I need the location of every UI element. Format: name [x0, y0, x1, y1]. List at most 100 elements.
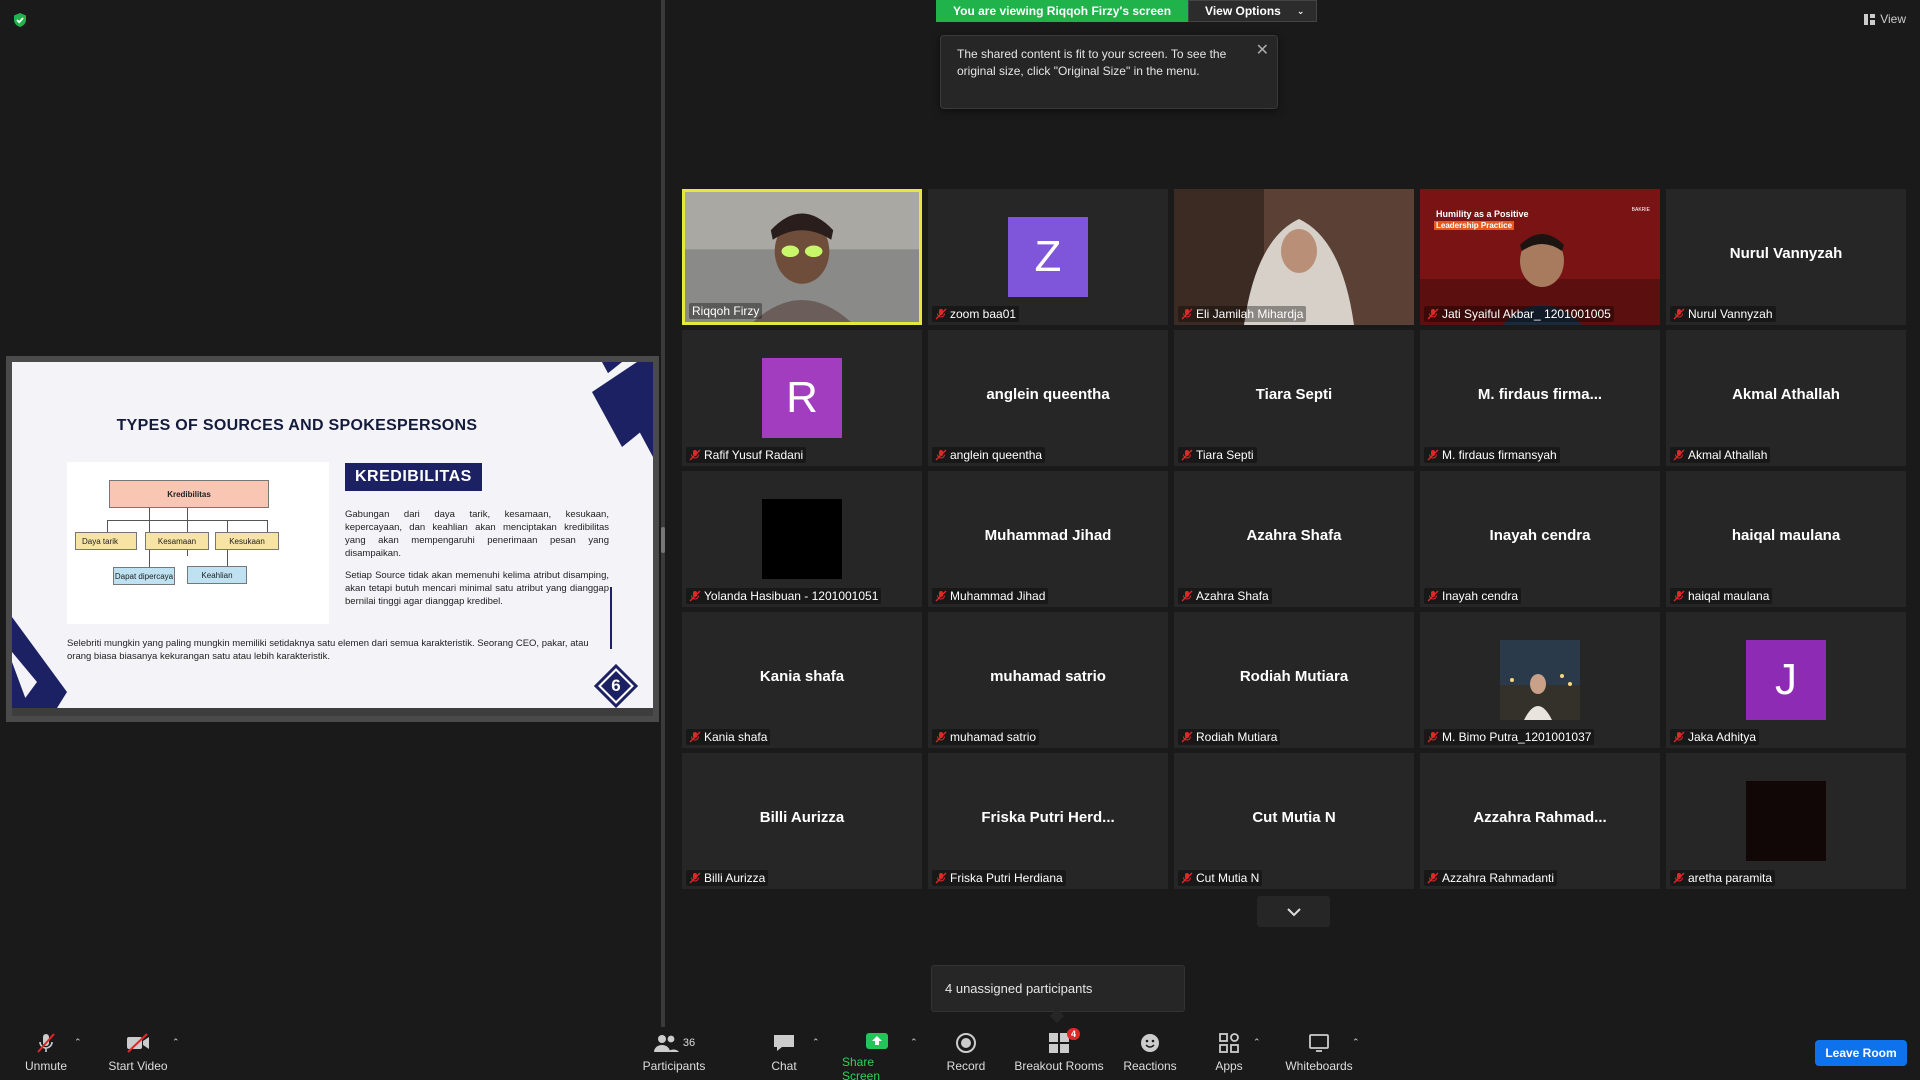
participant-name: anglein queentha — [950, 448, 1043, 462]
participant-name: muhamad satrio — [950, 730, 1037, 744]
apps-button[interactable]: Apps — [1211, 1027, 1247, 1080]
mic-off-icon — [1427, 731, 1439, 743]
participant-name-label: Yolanda Hasibuan - 1201001051 — [686, 588, 882, 604]
share-options-caret[interactable]: ⌃ — [910, 1037, 918, 1048]
close-icon[interactable]: ✕ — [1256, 42, 1269, 59]
participants-button[interactable]: 36 Participants — [642, 1027, 706, 1080]
participant-tile[interactable]: Cut Mutia N Cut Mutia N — [1174, 753, 1414, 889]
participant-name: Eli Jamilah Mihardja — [1196, 307, 1304, 321]
whiteboards-button[interactable]: Whiteboards — [1284, 1027, 1354, 1080]
breakout-rooms-button[interactable]: 4 Breakout Rooms — [1014, 1027, 1104, 1080]
video-overlay-text: BAKRIE — [1631, 207, 1650, 213]
participant-tile[interactable]: anglein queentha anglein queentha — [928, 330, 1168, 466]
slide-accent-bar — [610, 587, 612, 649]
chat-label: Chat — [771, 1059, 797, 1073]
participant-name: Billi Aurizza — [704, 871, 766, 885]
unmute-button[interactable]: Unmute — [20, 1027, 72, 1080]
participant-tile[interactable]: Azahra Shafa Azahra Shafa — [1174, 471, 1414, 607]
participant-tile[interactable]: J Jaka Adhitya — [1666, 612, 1906, 748]
share-banner: You are viewing Riqqoh Firzy's screen Vi… — [936, 0, 1318, 22]
participant-name-label: Rafif Yusuf Radani — [686, 447, 807, 463]
participant-tile[interactable]: M. Bimo Putra_1201001037 — [1420, 612, 1660, 748]
participant-tile[interactable]: Muhammad Jihad Muhammad Jihad — [928, 471, 1168, 607]
avatar-initial: R — [786, 373, 818, 422]
reactions-button[interactable]: Reactions — [1123, 1027, 1177, 1080]
view-button-label: View — [1880, 12, 1906, 26]
video-off-icon — [127, 1033, 149, 1053]
mic-off-icon — [935, 590, 947, 602]
participant-name-label: Cut Mutia N — [1178, 870, 1263, 886]
chevron-down-icon — [1286, 907, 1301, 916]
participant-tile[interactable]: Riqqoh Firzy — [682, 189, 922, 325]
start-video-button[interactable]: Start Video — [106, 1027, 170, 1080]
participant-tile[interactable]: Eli Jamilah Mihardja — [1174, 189, 1414, 325]
security-shield-icon[interactable] — [12, 12, 28, 28]
participant-name: Yolanda Hasibuan - 1201001051 — [704, 589, 879, 603]
chevron-down-icon: ⌄ — [1296, 5, 1305, 16]
zoom-window: { "banner": { "viewing_text": "You are v… — [0, 0, 1920, 1080]
mic-off-icon — [1427, 590, 1439, 602]
participants-count: 36 — [682, 1037, 696, 1049]
participant-display-name: Kania shafa — [759, 667, 845, 685]
view-options-button[interactable]: View Options ⌄ — [1188, 0, 1318, 22]
participant-tile[interactable]: Kania shafa Kania shafa — [682, 612, 922, 748]
mic-off-icon — [935, 449, 947, 461]
participant-tile[interactable]: Akmal Athallah Akmal Athallah — [1666, 330, 1906, 466]
participant-name: Rodiah Mutiara — [1196, 730, 1278, 744]
record-button[interactable]: Record — [946, 1027, 986, 1080]
participant-tile[interactable]: Inayah cendra Inayah cendra — [1420, 471, 1660, 607]
participant-display-name: Nurul Vannyzah — [1729, 244, 1843, 262]
participant-display-name: Inayah cendra — [1489, 526, 1591, 544]
apps-label: Apps — [1215, 1059, 1243, 1073]
participant-tile[interactable]: muhamad satrio muhamad satrio — [928, 612, 1168, 748]
gallery-next-page-button[interactable] — [1257, 896, 1330, 927]
participant-tile[interactable]: Nurul Vannyzah Nurul Vannyzah — [1666, 189, 1906, 325]
avatar-initial: J — [1775, 655, 1797, 704]
participant-tile[interactable]: haiqal maulana haiqal maulana — [1666, 471, 1906, 607]
reactions-label: Reactions — [1123, 1059, 1177, 1073]
record-label: Record — [946, 1059, 986, 1073]
participant-tile[interactable]: Yolanda Hasibuan - 1201001051 — [682, 471, 922, 607]
apps-options-caret[interactable]: ⌃ — [1253, 1037, 1261, 1048]
participant-tile[interactable]: aretha paramita — [1666, 753, 1906, 889]
mic-off-icon — [1673, 449, 1685, 461]
mic-off-icon — [689, 872, 701, 884]
record-icon — [956, 1033, 976, 1053]
divider-grip[interactable] — [661, 527, 665, 553]
participant-tile[interactable]: Friska Putri Herd... Friska Putri Herdian… — [928, 753, 1168, 889]
participants-label: Participants — [642, 1059, 706, 1073]
participant-tile[interactable]: Zzoom baa01 — [928, 189, 1168, 325]
participant-display-name: Akmal Athallah — [1732, 385, 1840, 403]
chat-options-caret[interactable]: ⌃ — [812, 1037, 820, 1048]
apps-icon — [1219, 1033, 1239, 1053]
slide-title: TYPES OF SOURCES AND SPOKESPERSONS — [116, 417, 478, 434]
view-button[interactable]: View — [1864, 12, 1906, 26]
share-screen-button[interactable]: Share Screen — [842, 1027, 912, 1080]
participant-tile[interactable]: R Rafif Yusuf Radani — [682, 330, 922, 466]
participant-name-label: Riqqoh Firzy — [689, 303, 763, 319]
audio-options-caret[interactable]: ⌃ — [74, 1037, 82, 1048]
participant-tile[interactable]: Billi Aurizza Billi Aurizza — [682, 753, 922, 889]
slide-paragraph-1: Gabungan dari daya tarik, kesamaan, kesu… — [345, 509, 609, 559]
participant-tile[interactable]: Azzahra Rahmad... Azzahra Rahmadanti — [1420, 753, 1660, 889]
participant-display-name: Friska Putri Herd... — [981, 808, 1115, 826]
participant-tile[interactable]: Humility as a Positive Leadership Practic… — [1420, 189, 1660, 325]
unassigned-participants-popup[interactable]: 4 unassigned participants — [931, 965, 1185, 1012]
participant-tile[interactable]: Rodiah Mutiara Rodiah Mutiara — [1174, 612, 1414, 748]
participant-name-label: aretha paramita — [1670, 870, 1776, 886]
participant-name-label: Kania shafa — [686, 729, 771, 745]
chat-button[interactable]: Chat — [768, 1027, 800, 1080]
view-options-label: View Options — [1205, 4, 1281, 18]
participant-display-name: Tiara Septi — [1255, 385, 1333, 403]
mic-off-icon — [1673, 731, 1685, 743]
participant-tile[interactable]: M. firdaus firma... M. firdaus firmansyah — [1420, 330, 1660, 466]
video-options-caret[interactable]: ⌃ — [172, 1037, 180, 1048]
leave-room-button[interactable]: Leave Room — [1815, 1040, 1907, 1066]
participant-name: Jaka Adhitya — [1688, 730, 1757, 744]
participant-tile[interactable]: Tiara Septi Tiara Septi — [1174, 330, 1414, 466]
participant-display-name: M. firdaus firma... — [1477, 385, 1603, 403]
split-divider[interactable] — [661, 0, 665, 1027]
whiteboards-options-caret[interactable]: ⌃ — [1352, 1037, 1360, 1048]
participant-name: Muhammad Jihad — [950, 589, 1046, 603]
shared-screen[interactable]: TYPES OF SOURCES AND SPOKESPERSONS Kredi… — [6, 356, 659, 722]
